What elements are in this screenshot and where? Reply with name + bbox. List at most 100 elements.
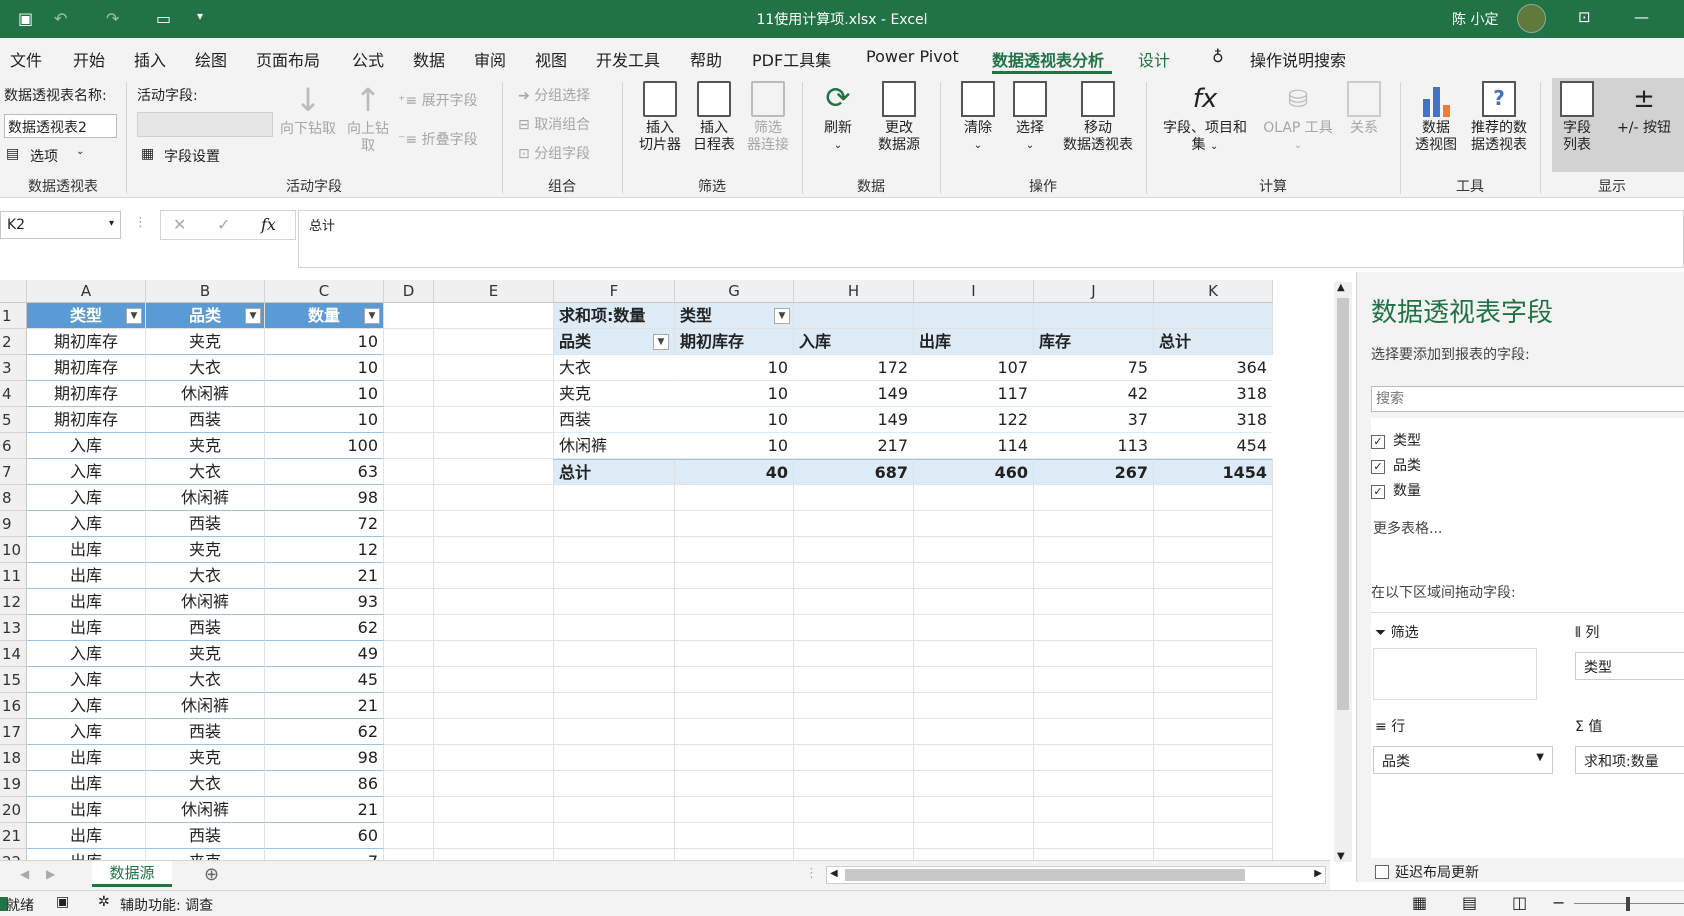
source-cell[interactable]: 62 <box>265 615 384 641</box>
pivot-cell[interactable]: 113 <box>1034 433 1154 459</box>
tab-pivot-analyze[interactable]: 数据透视表分析 <box>992 47 1104 71</box>
cell[interactable] <box>914 745 1034 771</box>
insert-timeline-button[interactable]: 插入 日程表 <box>686 81 742 154</box>
cell[interactable] <box>1154 667 1273 693</box>
cell[interactable] <box>554 563 675 589</box>
cell[interactable] <box>1034 667 1154 693</box>
cell[interactable] <box>554 797 675 823</box>
cell[interactable] <box>384 329 434 355</box>
cell[interactable] <box>675 693 794 719</box>
group-selection-button[interactable]: ➔ 分组选择 <box>518 85 590 105</box>
cell[interactable] <box>384 355 434 381</box>
scroll-left-icon[interactable]: ◀ <box>830 868 838 879</box>
source-cell[interactable]: 入库 <box>27 459 146 485</box>
source-cell[interactable]: 出库 <box>27 615 146 641</box>
pivot-cell[interactable]: 114 <box>914 433 1034 459</box>
source-cell[interactable]: 出库 <box>27 823 146 849</box>
row-header[interactable]: 3 <box>0 355 27 381</box>
source-cell[interactable]: 大衣 <box>146 667 265 693</box>
cell[interactable] <box>794 563 914 589</box>
cell[interactable] <box>554 667 675 693</box>
source-cell[interactable]: 98 <box>265 485 384 511</box>
cell[interactable] <box>1034 589 1154 615</box>
pivot-cell[interactable]: 42 <box>1034 381 1154 407</box>
source-cell[interactable]: 10 <box>265 329 384 355</box>
tab-help[interactable]: 帮助 <box>690 47 722 71</box>
cell[interactable] <box>1154 511 1273 537</box>
cell[interactable] <box>384 797 434 823</box>
cell[interactable] <box>1034 693 1154 719</box>
tab-view[interactable]: 视图 <box>535 47 567 71</box>
source-cell[interactable]: 入库 <box>27 433 146 459</box>
cell[interactable] <box>434 303 554 329</box>
ribbon-display-options-icon[interactable]: ⊡ <box>1578 8 1591 26</box>
column-header[interactable]: D <box>384 280 434 303</box>
pivot-total-cell[interactable]: 总计 <box>554 459 675 485</box>
scroll-left-icon[interactable]: ◀ <box>20 867 29 881</box>
cell[interactable] <box>794 537 914 563</box>
tab-design[interactable]: 设计 <box>1138 47 1170 71</box>
row-header[interactable]: 19 <box>0 771 27 797</box>
cell[interactable] <box>434 537 554 563</box>
pivot-cell[interactable]: 149 <box>794 407 914 433</box>
cell[interactable] <box>434 563 554 589</box>
row-header[interactable]: 22 <box>0 849 27 860</box>
filter-drop-zone[interactable] <box>1373 648 1537 700</box>
pivot-cell[interactable]: 454 <box>1154 433 1273 459</box>
cell[interactable] <box>675 537 794 563</box>
column-header[interactable]: H <box>794 280 914 303</box>
tab-home[interactable]: 开始 <box>73 47 105 71</box>
cell[interactable] <box>794 589 914 615</box>
cell[interactable] <box>384 693 434 719</box>
column-header[interactable]: B <box>146 280 265 303</box>
cell[interactable] <box>914 615 1034 641</box>
cell[interactable] <box>434 771 554 797</box>
source-cell[interactable]: 西装 <box>146 823 265 849</box>
source-cell[interactable]: 期初库存 <box>27 407 146 433</box>
cell[interactable] <box>554 615 675 641</box>
cell[interactable] <box>675 667 794 693</box>
cell[interactable] <box>794 745 914 771</box>
cell[interactable] <box>1154 849 1273 860</box>
cell[interactable] <box>434 485 554 511</box>
cell[interactable] <box>554 537 675 563</box>
cell[interactable] <box>675 563 794 589</box>
checkbox-checked-icon[interactable]: ✓ <box>1371 485 1385 499</box>
source-cell[interactable]: 休闲裤 <box>146 589 265 615</box>
checkbox-checked-icon[interactable]: ✓ <box>1371 460 1385 474</box>
pivot-cell[interactable] <box>1034 303 1154 329</box>
source-cell[interactable]: 入库 <box>27 511 146 537</box>
drill-down-button[interactable]: ↓ 向下钻取 <box>276 82 340 138</box>
cell[interactable] <box>434 329 554 355</box>
cell[interactable] <box>1154 615 1273 641</box>
cell[interactable] <box>384 303 434 329</box>
row-header[interactable]: 16 <box>0 693 27 719</box>
cell[interactable] <box>1034 511 1154 537</box>
cell[interactable] <box>434 615 554 641</box>
source-cell[interactable]: 夹克 <box>146 849 265 860</box>
source-cell[interactable]: 出库 <box>27 797 146 823</box>
recommended-pivot-button[interactable]: ? 推荐的数 据透视表 <box>1464 81 1534 154</box>
cell[interactable] <box>384 407 434 433</box>
drill-up-button[interactable]: ↑ 向上钻取 <box>342 82 394 155</box>
source-table-header[interactable]: 品类 ▼ <box>146 303 265 329</box>
filter-connections-button[interactable]: 筛选 器连接 <box>740 81 796 154</box>
cell[interactable] <box>384 381 434 407</box>
source-cell[interactable]: 出库 <box>27 537 146 563</box>
source-cell[interactable]: 夹克 <box>146 745 265 771</box>
cell[interactable] <box>1154 823 1273 849</box>
pivot-total-cell[interactable]: 1454 <box>1154 459 1273 485</box>
cell[interactable] <box>914 563 1034 589</box>
cell[interactable] <box>554 641 675 667</box>
cell[interactable] <box>794 511 914 537</box>
cell[interactable] <box>434 355 554 381</box>
pivot-cell[interactable]: 10 <box>675 433 794 459</box>
column-header[interactable]: J <box>1034 280 1154 303</box>
cell[interactable] <box>554 589 675 615</box>
pivot-total-cell[interactable]: 267 <box>1034 459 1154 485</box>
cell[interactable] <box>434 433 554 459</box>
cell[interactable] <box>554 693 675 719</box>
ungroup-button[interactable]: ⊟ 取消组合 <box>518 114 590 134</box>
pivot-cell[interactable]: 217 <box>794 433 914 459</box>
row-header[interactable]: 14 <box>0 641 27 667</box>
